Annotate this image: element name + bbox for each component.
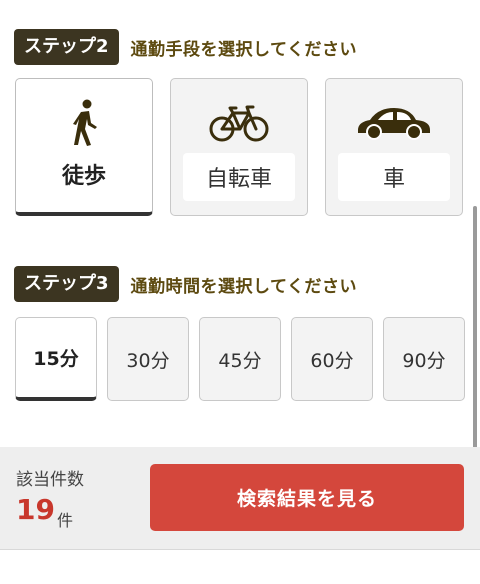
transport-label-walk: 徒歩 bbox=[61, 164, 106, 189]
step3-header: ステップ3 通勤時間を選択してください bbox=[14, 266, 357, 302]
view-results-button[interactable]: 検索結果を見る bbox=[150, 464, 464, 531]
duration-option-45[interactable]: 45分 bbox=[199, 317, 281, 401]
duration-option-60[interactable]: 60分 bbox=[291, 317, 373, 401]
duration-option-90[interactable]: 90分 bbox=[383, 317, 465, 401]
transport-label-car: 車 bbox=[338, 153, 450, 201]
transport-option-car[interactable]: 車 bbox=[325, 78, 463, 216]
step3-badge: ステップ3 bbox=[14, 266, 119, 302]
step2-title: 通勤手段を選択してください bbox=[130, 39, 358, 60]
transport-option-walk[interactable]: 徒歩 bbox=[15, 78, 153, 216]
walking-person-icon bbox=[16, 99, 152, 147]
result-footer: 該当件数 19 件 検索結果を見る bbox=[0, 447, 480, 550]
duration-option-30[interactable]: 30分 bbox=[107, 317, 189, 401]
bicycle-icon bbox=[171, 99, 307, 147]
transport-label-bicycle: 自転車 bbox=[183, 153, 295, 201]
step2-badge: ステップ2 bbox=[14, 29, 119, 65]
duration-option-15[interactable]: 15分 bbox=[15, 317, 97, 401]
transport-option-bicycle[interactable]: 自転車 bbox=[170, 78, 308, 216]
scrollbar[interactable] bbox=[473, 206, 477, 486]
result-count-unit: 件 bbox=[57, 511, 74, 530]
step2-header: ステップ2 通勤手段を選択してください bbox=[14, 29, 357, 65]
step3-title: 通勤時間を選択してください bbox=[130, 276, 358, 297]
result-count-label: 該当件数 bbox=[16, 470, 84, 490]
car-icon bbox=[326, 99, 462, 147]
result-count-value: 19 bbox=[16, 493, 55, 526]
